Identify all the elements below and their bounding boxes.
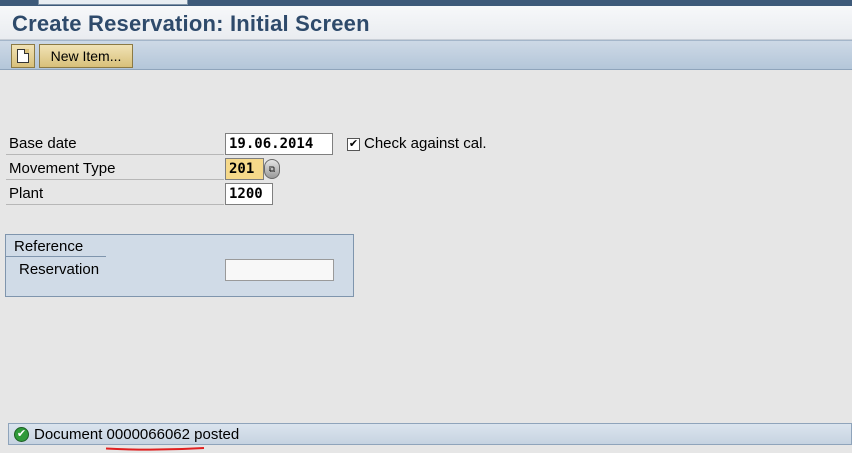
new-item-button[interactable]: New Item...: [39, 44, 133, 68]
reservation-label: Reservation: [19, 261, 100, 278]
check-against-cal-label: Check against cal.: [364, 135, 487, 152]
page-title: Create Reservation: Initial Screen: [12, 11, 370, 36]
plant-label: Plant: [6, 183, 224, 205]
reference-group: Reference Reservation: [5, 234, 354, 297]
reservation-field[interactable]: [225, 259, 334, 281]
title-bar: Create Reservation: Initial Screen: [0, 6, 852, 40]
application-toolbar: New Item...: [0, 40, 852, 70]
plant-field[interactable]: 1200: [225, 183, 273, 205]
base-date-field[interactable]: 19.06.2014: [225, 133, 333, 155]
annotation-underline: [105, 447, 205, 451]
status-suffix: posted: [194, 426, 240, 443]
document-number: 0000066062: [106, 426, 190, 443]
new-document-button[interactable]: [11, 44, 35, 68]
status-bar: ✔ Document 0000066062 posted: [8, 423, 852, 445]
success-check-icon: ✔: [14, 427, 29, 442]
status-prefix: Document: [34, 426, 103, 443]
movement-type-field[interactable]: 201: [225, 158, 264, 180]
base-date-label: Base date: [6, 133, 224, 155]
reference-group-title: Reference: [14, 238, 84, 255]
document-icon: [17, 49, 29, 63]
movement-type-label: Movement Type: [6, 158, 224, 180]
status-message[interactable]: Document 0000066062 posted: [34, 425, 239, 444]
group-title-divider: [6, 256, 106, 257]
window-tab-stub: [38, 0, 188, 5]
value-help-icon[interactable]: ⧉: [264, 159, 280, 179]
check-against-cal-checkbox[interactable]: ✔: [347, 138, 360, 151]
